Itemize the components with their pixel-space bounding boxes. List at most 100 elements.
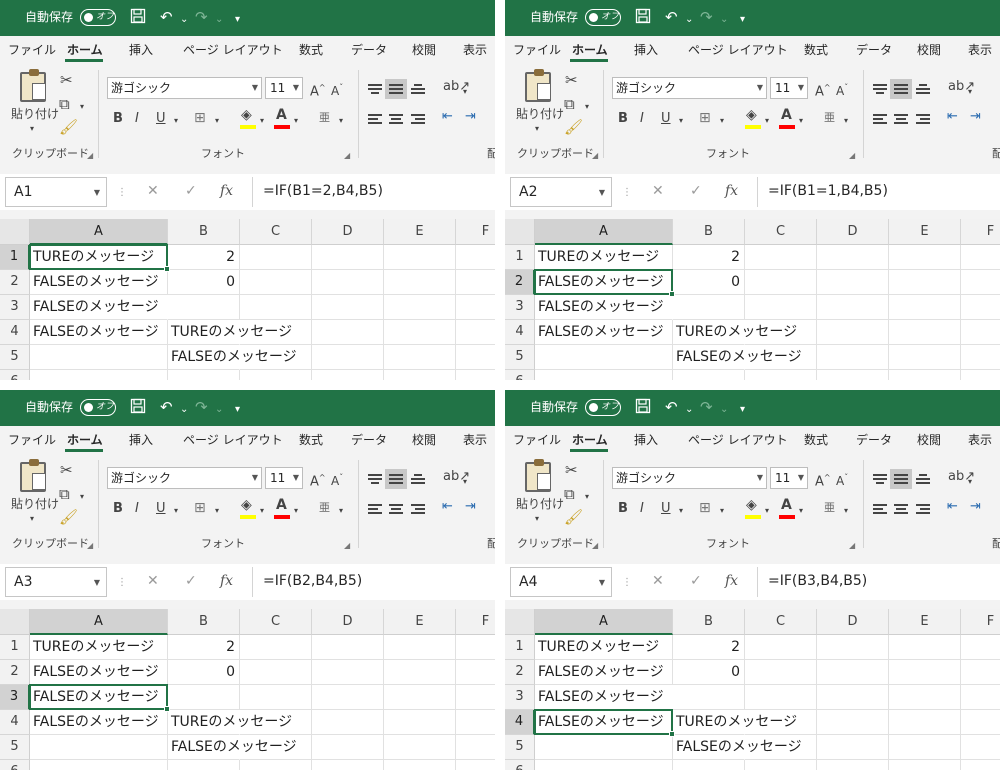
paste-dropdown-icon[interactable]: ▾ [30, 512, 34, 526]
tab-review[interactable]: 校閲 [917, 432, 941, 448]
bold-button[interactable]: B [618, 112, 628, 126]
paste-icon[interactable] [20, 459, 46, 492]
cell-e5[interactable] [889, 345, 961, 370]
cell-d5[interactable] [817, 345, 889, 370]
font-name-box[interactable]: 游ゴシック ▼ [107, 77, 262, 99]
fill-color-icon[interactable]: ◈ [746, 498, 757, 512]
row-header-2[interactable]: 2 [0, 660, 30, 685]
align-bottom-icon[interactable] [916, 474, 930, 485]
borders-dropdown-icon[interactable]: ▾ [215, 504, 219, 518]
column-header-f[interactable]: F [961, 609, 1000, 635]
increase-indent-icon[interactable]: ⇥ [970, 500, 981, 514]
cell-e4[interactable] [384, 710, 456, 735]
phonetic-dropdown-icon[interactable]: ▾ [339, 504, 343, 518]
row-header-4[interactable]: 4 [0, 320, 30, 345]
row-header-3[interactable]: 3 [505, 685, 535, 710]
name-box[interactable]: A1 ▼ [5, 177, 107, 207]
cell-b1[interactable]: 2 [168, 245, 240, 270]
underline-button[interactable]: U [156, 112, 166, 126]
underline-button[interactable]: U [156, 502, 166, 516]
cell-c3[interactable] [745, 295, 817, 320]
undo-icon[interactable]: ↶ [160, 398, 173, 416]
name-box[interactable]: A2 ▼ [510, 177, 612, 207]
font-name-box[interactable]: 游ゴシック ▼ [612, 467, 767, 489]
cell-c4[interactable] [745, 320, 817, 345]
bold-button[interactable]: B [618, 502, 628, 516]
row-header-4[interactable]: 4 [505, 710, 535, 735]
copy-dropdown-icon[interactable]: ▾ [80, 100, 84, 114]
column-header-a[interactable]: A [30, 219, 168, 245]
cut-icon[interactable]: ✂ [565, 462, 578, 478]
decrease-indent-icon[interactable]: ⇤ [442, 110, 453, 124]
align-center-icon[interactable] [389, 114, 403, 125]
clipboard-launcher-icon[interactable]: ◢ [592, 151, 598, 160]
fill-color-icon[interactable]: ◈ [241, 498, 252, 512]
cell-d2[interactable] [817, 270, 889, 295]
format-painter-icon[interactable]: 🖌 [59, 509, 78, 525]
cell-f2[interactable] [961, 270, 1000, 295]
cell-f6[interactable] [961, 370, 1000, 380]
row-header-6[interactable]: 6 [0, 370, 30, 380]
cell-a6[interactable] [30, 760, 168, 770]
phonetic-guide-icon[interactable]: 亜 [319, 501, 330, 515]
column-header-e[interactable]: E [889, 609, 961, 635]
cell-c6[interactable] [745, 760, 817, 770]
font-name-box[interactable]: 游ゴシック ▼ [107, 467, 262, 489]
formula-bar-drag-icon[interactable]: ⋮ [117, 185, 127, 201]
align-top-icon[interactable] [873, 84, 887, 95]
increase-indent-icon[interactable]: ⇥ [970, 110, 981, 124]
fill-color-dropdown-icon[interactable]: ▾ [260, 114, 264, 128]
cell-f2[interactable] [456, 270, 495, 295]
cell-a3[interactable]: FALSEのメッセージ [30, 295, 168, 320]
phonetic-dropdown-icon[interactable]: ▾ [844, 504, 848, 518]
column-header-d[interactable]: D [312, 219, 384, 245]
formula-bar-drag-icon[interactable]: ⋮ [117, 575, 127, 591]
cell-b5[interactable]: FALSEのメッセージ [673, 345, 802, 370]
save-icon[interactable] [635, 398, 651, 418]
cell-a4[interactable]: FALSEのメッセージ [535, 710, 673, 735]
cell-b3[interactable] [168, 685, 240, 710]
align-right-icon[interactable] [916, 114, 930, 125]
paste-button-label[interactable]: 貼り付け [11, 497, 59, 511]
font-color-icon[interactable]: A [276, 108, 287, 122]
cell-b4[interactable]: TUREのメッセージ [168, 710, 292, 735]
align-top-icon[interactable] [368, 474, 382, 485]
cell-c1[interactable] [240, 245, 312, 270]
row-header-4[interactable]: 4 [0, 710, 30, 735]
cell-c2[interactable] [240, 270, 312, 295]
cell-b4[interactable]: TUREのメッセージ [168, 320, 292, 345]
cancel-icon[interactable]: ✕ [147, 183, 159, 199]
cell-e3[interactable] [889, 295, 961, 320]
enter-icon[interactable]: ✓ [185, 183, 197, 199]
fill-color-icon[interactable]: ◈ [241, 108, 252, 122]
cell-d3[interactable] [312, 685, 384, 710]
align-bottom-icon[interactable] [411, 84, 425, 95]
decrease-indent-icon[interactable]: ⇤ [947, 500, 958, 514]
tab-data[interactable]: データ [351, 432, 387, 448]
cell-d5[interactable] [312, 735, 384, 760]
borders-icon[interactable]: ⊞ [699, 501, 711, 515]
tab-review[interactable]: 校閲 [917, 42, 941, 58]
font-size-box[interactable]: 11 ▼ [770, 467, 808, 489]
cell-c1[interactable] [745, 245, 817, 270]
cell-a1[interactable]: TUREのメッセージ [30, 245, 168, 270]
undo-icon[interactable]: ↶ [160, 8, 173, 26]
align-left-icon[interactable] [873, 114, 887, 125]
row-header-3[interactable]: 3 [0, 295, 30, 320]
underline-dropdown-icon[interactable]: ▾ [679, 114, 683, 128]
paste-icon[interactable] [525, 69, 551, 102]
align-center-icon[interactable] [894, 504, 908, 515]
cell-c4[interactable] [745, 710, 817, 735]
column-header-b[interactable]: B [673, 219, 745, 245]
formula-bar-drag-icon[interactable]: ⋮ [622, 185, 632, 201]
italic-button[interactable]: I [135, 502, 139, 516]
cell-b6[interactable] [168, 760, 240, 770]
italic-button[interactable]: I [135, 112, 139, 126]
cell-f4[interactable] [456, 320, 495, 345]
cell-e2[interactable] [384, 660, 456, 685]
cell-f1[interactable] [961, 635, 1000, 660]
cell-e5[interactable] [384, 345, 456, 370]
format-painter-icon[interactable]: 🖌 [564, 509, 583, 525]
row-header-6[interactable]: 6 [505, 370, 535, 380]
cell-f1[interactable] [456, 245, 495, 270]
